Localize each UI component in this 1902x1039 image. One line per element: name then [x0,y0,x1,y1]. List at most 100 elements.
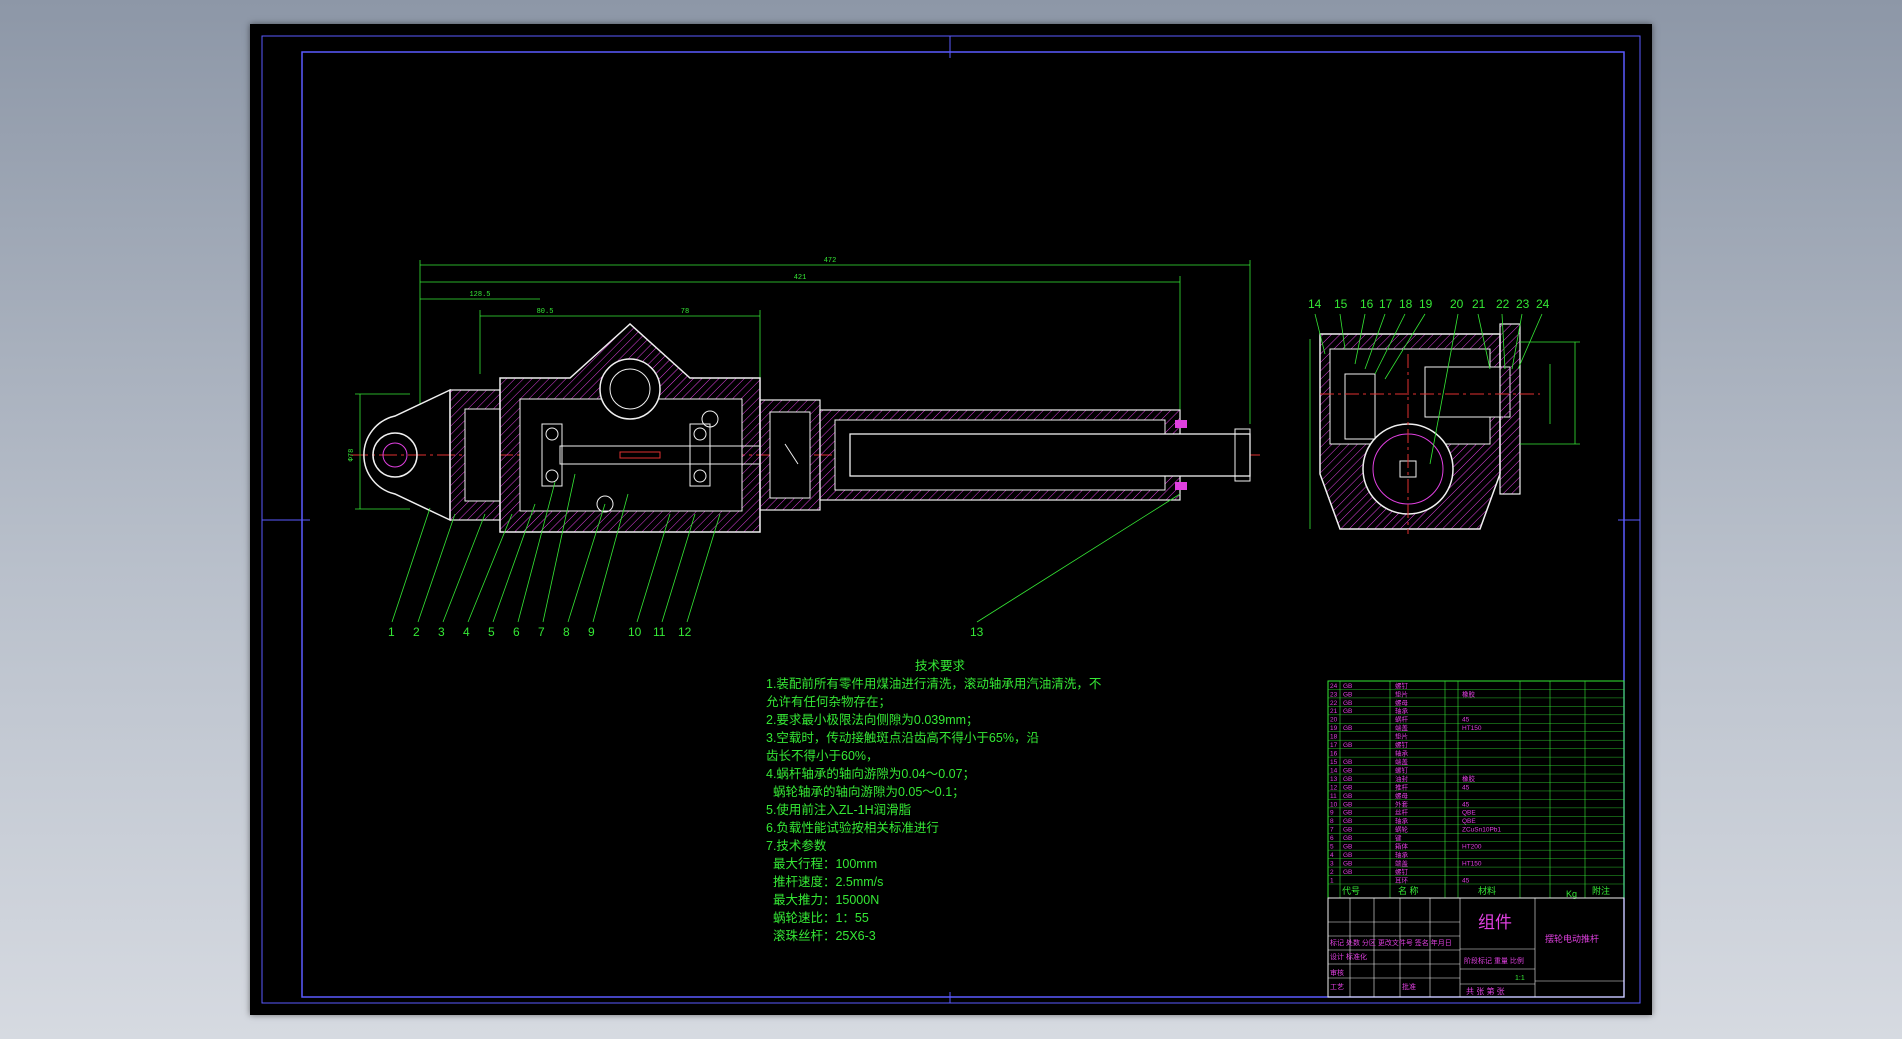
bom-header-name: 名 称 [1398,885,1419,896]
tech-req-line: 6.负载性能试验按相关标准进行 [766,820,939,835]
part-title: 组件 [1478,913,1512,932]
sheet-info: 共 张 第 张 [1466,986,1505,996]
bom-cell-name: 蜗杆 [1395,715,1409,724]
bom-cell-code: GB [1343,793,1352,800]
bom-cell-no: 23 [1330,691,1338,698]
balloon-6: 6 [513,625,520,639]
bom-cell-name: 油封 [1395,774,1409,783]
balloon-21: 21 [1472,297,1486,311]
balloon-3: 3 [438,625,445,639]
bom-cell-material: HT150 [1462,860,1482,867]
bom-header-material: 材料 [1478,885,1496,896]
bom-cell-name: 端盖 [1395,723,1409,732]
bom-cell-no: 12 [1330,784,1338,791]
bom-cell-material: 45 [1462,784,1470,791]
dim-overall-2: 421 [794,274,807,282]
bom-cell-no: 3 [1330,860,1334,867]
balloon-24: 24 [1536,297,1550,311]
bom-cell-no: 8 [1330,818,1334,825]
balloon-7: 7 [538,625,545,639]
balloon-23: 23 [1516,297,1530,311]
bom-cell-material: 45 [1462,801,1470,808]
bom-header-note: 附注 [1592,885,1610,896]
bom-cell-code: GB [1343,801,1352,808]
bom-cell-name: 垫片 [1395,689,1408,698]
bom-cell-name: 箱体 [1395,842,1409,851]
bom-cell-no: 13 [1330,776,1338,783]
bom-cell-name: 轴承 [1395,816,1409,825]
balloon-14: 14 [1308,297,1322,311]
bom-cell-material: 橡胶 [1462,774,1476,783]
balloon-20: 20 [1450,297,1464,311]
balloon-1: 1 [388,625,395,639]
scale-value: 1:1 [1515,975,1525,982]
bom-cell-code: GB [1343,818,1352,825]
front-view: 472 421 128.5 80.5 78 Φ78 1 2 3 4 5 6 7 … [348,257,1260,639]
tech-req-line: 允许有任何杂物存在； [766,694,891,709]
tech-req-line: 3.空载时，传动接触斑点沿齿高不得小于65%，沿 [766,730,1039,745]
tech-req-title: 技术要求 [915,659,966,673]
drawing-name: 摆轮电动推杆 [1545,933,1599,944]
bom-cell-no: 7 [1330,827,1334,834]
balloon-2: 2 [413,625,420,639]
bom-cell-no: 16 [1330,751,1338,758]
bom-cell-name: 螺母 [1395,698,1409,707]
balloon-8: 8 [563,625,570,639]
bom-cell-no: 10 [1330,801,1338,808]
bom-cell-code: GB [1343,810,1352,817]
bom-cell-code: GB [1343,767,1352,774]
bom-cell-material: HT200 [1462,844,1482,851]
bom-cell-code: GB [1343,725,1352,732]
bom-cell-material: QBE [1462,818,1476,825]
balloon-12: 12 [678,625,692,639]
bom-cell-name: 端盖 [1395,757,1409,766]
bom-cell-name: 蜗轮 [1395,825,1409,834]
title-block: 组件 摆轮电动推杆 标记 处数 分区 更改文件号 签名 年月日 设计 标准化 阶… [1327,897,1625,998]
bom-cell-code: GB [1343,691,1352,698]
bom-cell-name: 垫片 [1395,732,1408,741]
tech-req-line: 齿长不得小于60%， [766,748,879,763]
tech-req-line: 推杆速度：2.5mm/s [766,874,883,889]
tech-req-line: 5.使用前注入ZL-1H润滑脂 [766,802,911,817]
bom-table: 24 GB 螺钉23 GB 垫片 橡胶22 GB 螺母21 GB 轴承20 蜗杆 4519 GB 端盖 HT… [1327,680,1625,899]
bom-cell-no: 4 [1330,852,1334,859]
balloon-22: 22 [1496,297,1510,311]
tech-req-line: 2.要求最小极限法向侧隙为0.039mm； [766,712,979,727]
bom-cell-code: GB [1343,844,1352,851]
bom-cell-material: QBE [1462,810,1476,817]
dim-c: 78 [681,308,689,316]
drawing-sheet: 472 421 128.5 80.5 78 Φ78 1 2 3 4 5 6 7 … [250,24,1652,1015]
bom-cell-no: 5 [1330,844,1334,851]
balloon-13: 13 [970,625,984,639]
bom-cell-name: 轴承 [1395,706,1409,715]
bom-cell-material: 橡胶 [1462,689,1476,698]
bom-cell-code: GB [1343,776,1352,783]
bom-cell-no: 1 [1330,877,1334,884]
tech-req-line: 7.技术参数 [766,838,827,853]
dim-a: 128.5 [469,291,490,299]
bom-cell-name: 端盖 [1395,858,1409,867]
bom-cell-no: 20 [1330,717,1338,724]
bom-cell-no: 21 [1330,708,1338,715]
balloon-4: 4 [463,625,470,639]
tech-req-line: 4.蜗杆轴承的轴向游隙为0.04～0.07； [766,766,975,781]
craft-label: 工艺 [1330,983,1344,991]
balloon-19: 19 [1419,297,1433,311]
bom-cell-material: HT150 [1462,725,1482,732]
balloon-18: 18 [1399,297,1413,311]
bom-cell-name: 耳环 [1395,876,1409,884]
bom-cell-material: 45 [1462,717,1470,724]
bom-cell-no: 22 [1330,700,1338,707]
bom-cell-name: 螺钉 [1395,681,1409,690]
bom-cell-name: 螺母 [1395,791,1409,800]
bom-cell-name: 丝杆 [1395,808,1409,817]
bom-cell-code: GB [1343,683,1352,690]
balloon-10: 10 [628,625,642,639]
tech-req-line: 1.装配前所有零件用煤油进行清洗，滚动轴承用汽油清洗，不 [766,676,1101,691]
bom-cell-name: 键 [1395,833,1402,842]
bom-cell-no: 6 [1330,835,1334,842]
bom-cell-code: GB [1343,708,1352,715]
balloon-17: 17 [1379,297,1393,311]
bom-cell-no: 18 [1330,734,1338,741]
bom-cell-code: GB [1343,784,1352,791]
